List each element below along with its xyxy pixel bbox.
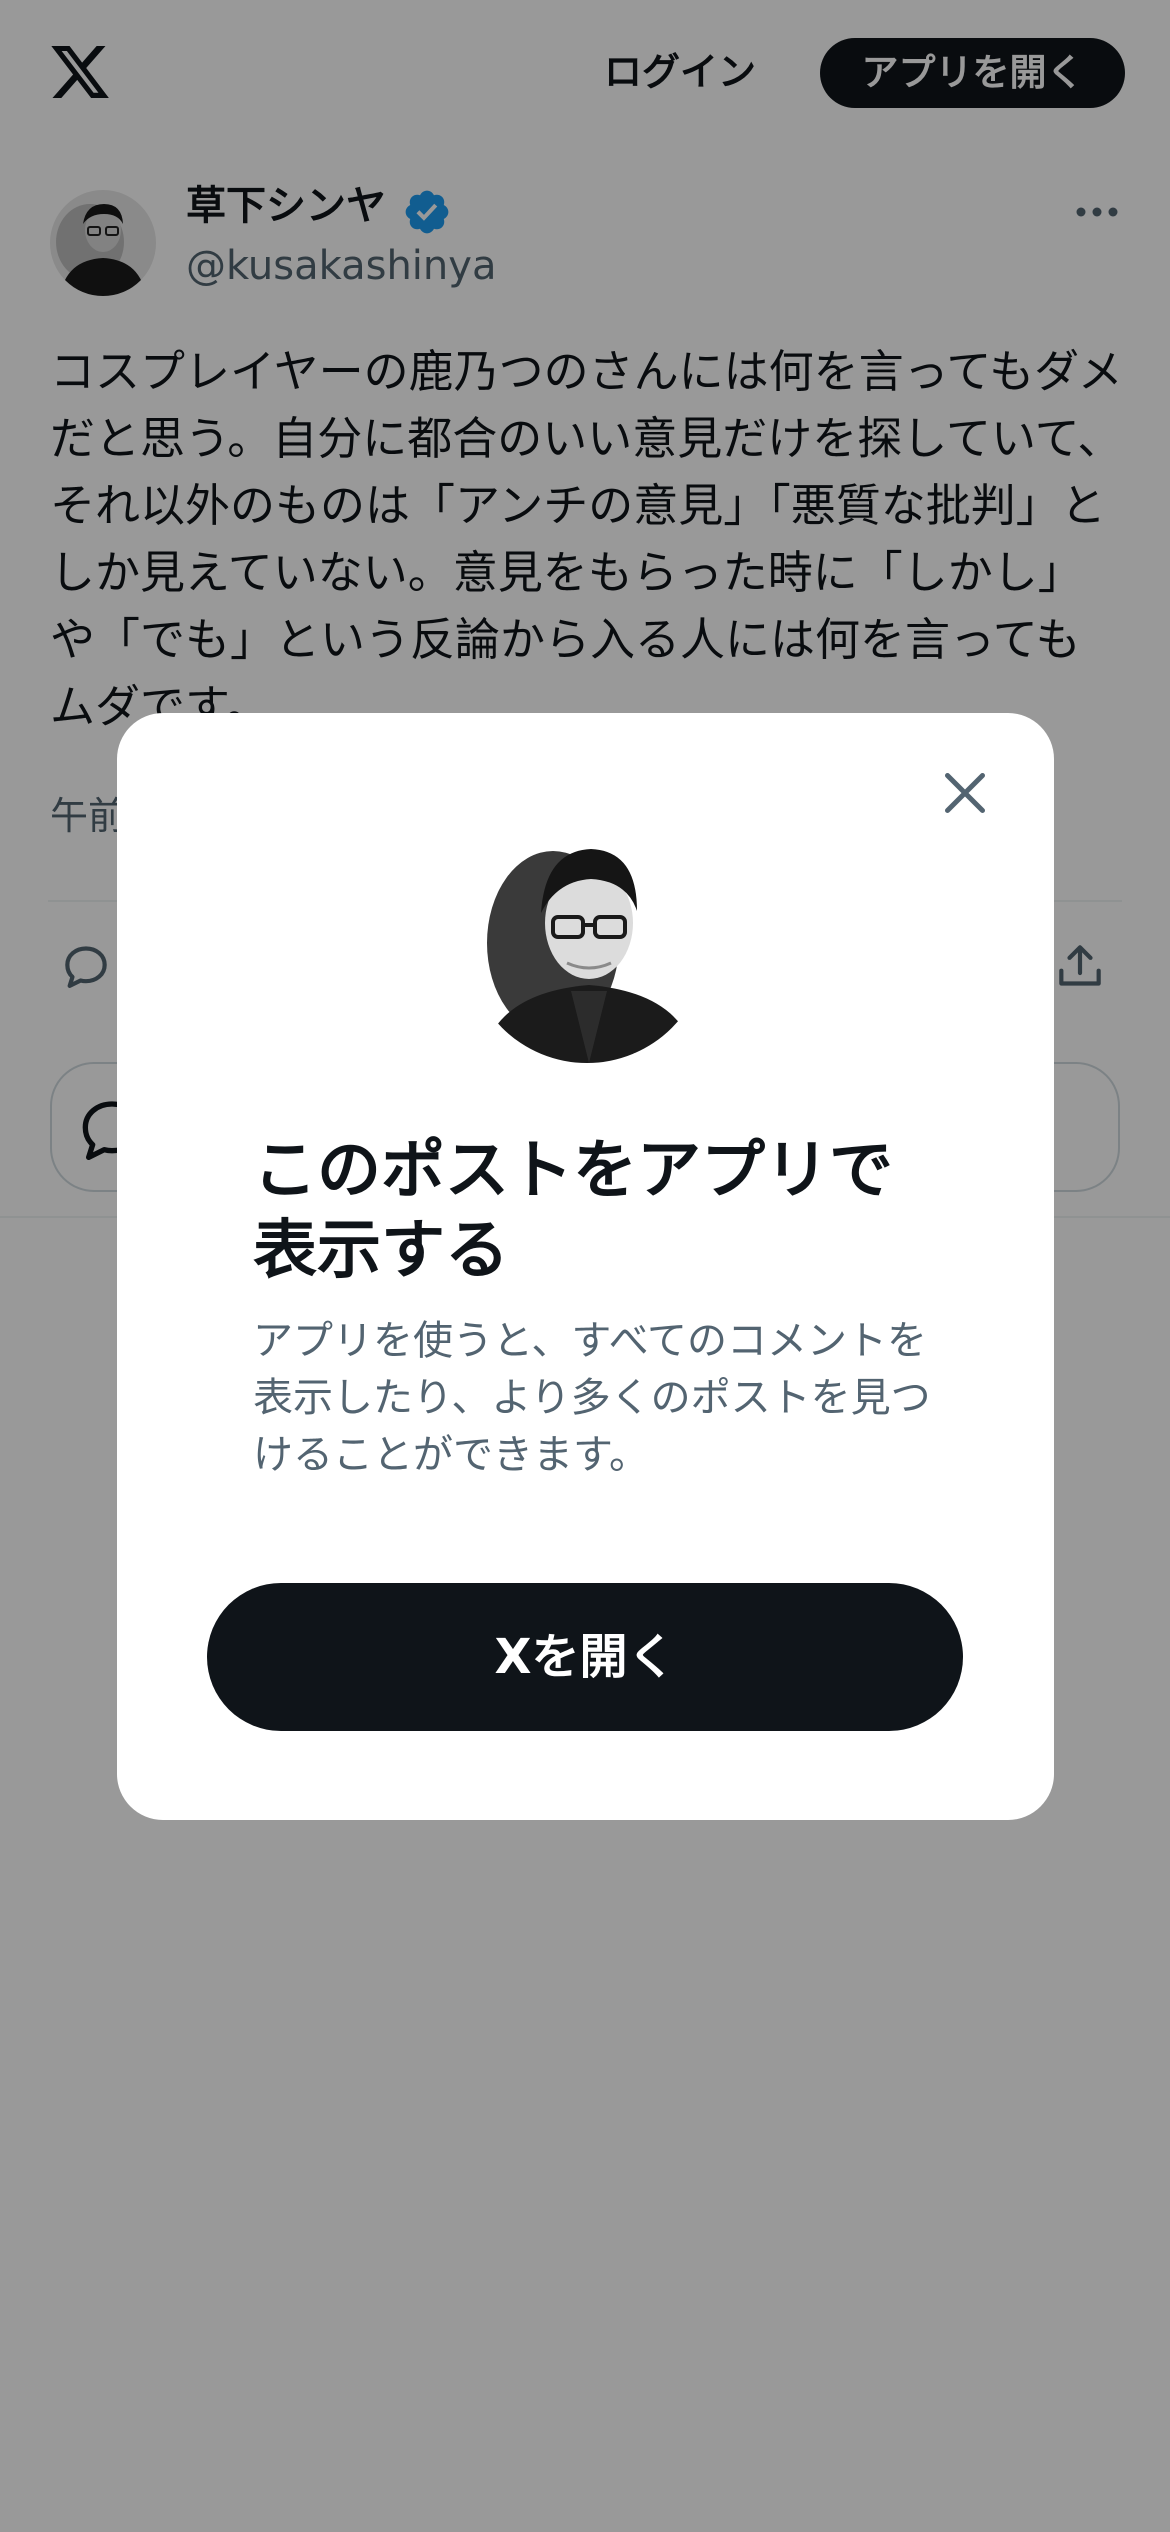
close-icon[interactable] [935,763,995,823]
open-in-app-modal: このポストをアプリで表示する アプリを使うと、すべてのコメントを表示したり、より… [117,713,1054,1820]
avatar-photo [467,823,707,1063]
author-avatar [467,823,707,1063]
open-x-button[interactable]: Xを開く [207,1583,963,1731]
modal-title: このポストをアプリで表示する [253,1134,893,1288]
modal-description: アプリを使うと、すべてのコメントを表示したり、より多くのポストを見つけることがで… [253,1318,931,1478]
